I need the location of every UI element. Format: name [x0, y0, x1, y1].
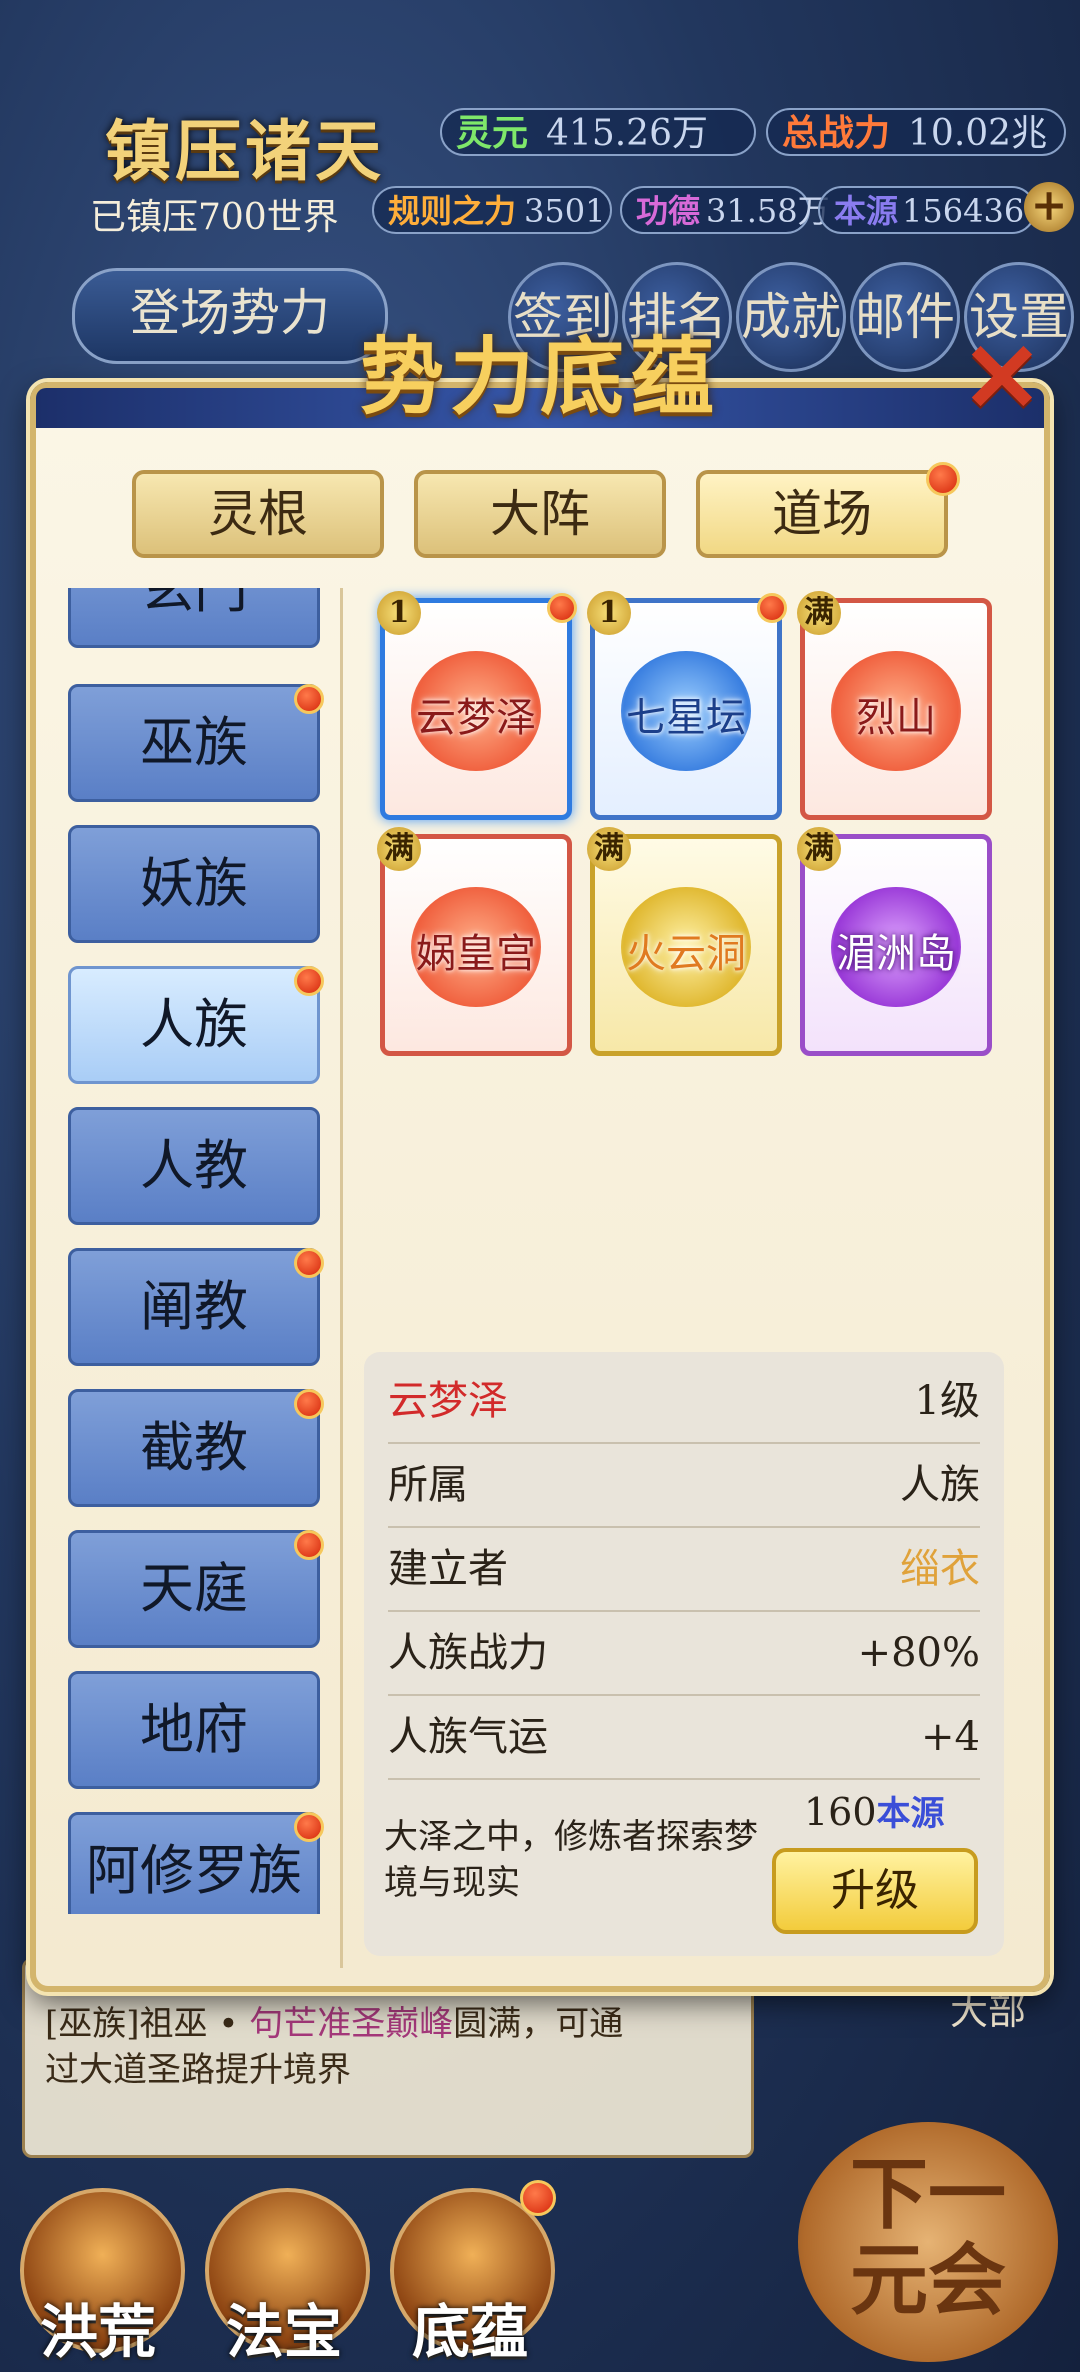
dialog-title: 势力底蕴: [359, 327, 720, 426]
sidebar-item-chanjiao[interactable]: 阐教: [68, 1248, 320, 1366]
next-era-label: 下一: [849, 2149, 1006, 2240]
log-highlight: 句芒准圣巅峰: [249, 2004, 454, 2044]
card-qixingtan[interactable]: 七星坛 1: [587, 591, 787, 820]
notification-dot: [294, 1389, 324, 1419]
info-value: +4: [921, 1714, 980, 1760]
next-era-button[interactable]: 下一 元会: [798, 2122, 1058, 2362]
sidebar-item-xuanmen[interactable]: 玄门: [68, 588, 320, 648]
upgrade-button[interactable]: 升级: [772, 1848, 978, 1934]
level-badge: 1: [377, 591, 421, 635]
card-meizhoudao[interactable]: 湄洲岛 满: [797, 827, 992, 1056]
level-badge: 满: [377, 827, 421, 871]
cost-unit: 本源: [876, 1794, 945, 1834]
sidebar-item-yaozu[interactable]: 妖族: [68, 825, 320, 943]
close-icon[interactable]: ✕: [960, 330, 1044, 426]
cost-amount: 160: [804, 1790, 877, 1834]
sidebar-item-tianting[interactable]: 天庭: [68, 1530, 320, 1648]
stat-total-power: 总战力 10.02兆: [766, 108, 1066, 156]
notification-dot: [294, 684, 324, 714]
stat-label: 总战力: [782, 112, 891, 154]
notification-dot: [294, 1248, 324, 1278]
info-row: 所属 人族: [388, 1444, 980, 1528]
info-row: 建立者 缁衣: [388, 1528, 980, 1612]
column-divider: [340, 588, 343, 1968]
card-name: 七星坛: [626, 695, 746, 741]
next-era-label: 元会: [849, 2235, 1006, 2326]
level-badge: 1: [587, 591, 631, 635]
info-value: 人族: [900, 1462, 980, 1508]
notification-dot: [520, 2180, 556, 2216]
info-key: 建立者: [388, 1546, 508, 1592]
sidebar-item-renjiao[interactable]: 人教: [68, 1107, 320, 1225]
add-resource-button[interactable]: +: [1024, 182, 1074, 232]
info-value: +80%: [857, 1630, 980, 1676]
notification-dot: [926, 462, 960, 496]
stat-value: 31.58万: [706, 192, 830, 230]
nav-label: 底蕴: [412, 2298, 529, 2366]
level-badge: 满: [587, 827, 631, 871]
daochang-name: 云梦泽: [388, 1378, 508, 1424]
card-wahuanggong[interactable]: 娲皇宫 满: [377, 827, 572, 1056]
nav-label: 法宝: [226, 2298, 343, 2366]
stat-label: 本源: [834, 192, 899, 230]
info-row: 人族战力 +80%: [388, 1612, 980, 1696]
card-name: 烈山: [856, 695, 936, 741]
stat-value: 156436: [902, 192, 1025, 230]
info-header-row: 云梦泽 1级: [388, 1360, 980, 1444]
suppressed-worlds: 已镇压700世界: [90, 197, 339, 238]
log-line: [巫族]祖巫 • 句芒准圣巅峰圆满，可通: [45, 2001, 731, 2047]
stat-value: 10.02兆: [908, 113, 1048, 154]
stat-value: 3501: [524, 192, 606, 230]
info-key: 所属: [388, 1462, 468, 1508]
stat-label: 功德: [636, 192, 701, 230]
level-badge: 满: [797, 827, 841, 871]
sidebar-item-jiejiao[interactable]: 截教: [68, 1389, 320, 1507]
info-row: 人族气运 +4: [388, 1696, 980, 1780]
card-name: 娲皇宫: [416, 931, 536, 977]
card-lieshan[interactable]: 烈山 满: [797, 591, 992, 820]
stat-lingyuan: 灵元 415.26万: [440, 108, 756, 156]
tab-dazhen[interactable]: 大阵: [414, 470, 666, 558]
notification-dot: [294, 1812, 324, 1842]
log-text: 圆满，可通: [453, 2004, 624, 2044]
card-name: 云梦泽: [416, 695, 536, 741]
notification-dot: [294, 966, 324, 996]
info-key: 人族战力: [388, 1630, 548, 1676]
faction-sidebar[interactable]: 玄门 巫族 妖族 人族 人教 阐教 截教 天庭 地府 阿修罗族: [68, 588, 324, 1914]
level-badge: 满: [797, 591, 841, 635]
daochang-description: 大泽之中，修炼者探索梦境与现实: [384, 1817, 758, 1903]
card-name: 火云洞: [626, 931, 746, 977]
log-text: [巫族]祖巫 •: [45, 2004, 250, 2044]
card-yunmengze[interactable]: 云梦泽 1: [377, 591, 577, 820]
daochang-level: 1级: [914, 1378, 980, 1424]
stat-value: 415.26万: [546, 113, 708, 154]
stat-label: 灵元: [456, 112, 529, 154]
sidebar-item-renzu[interactable]: 人族: [68, 966, 320, 1084]
info-value: 缁衣: [900, 1546, 980, 1592]
notification-dot: [547, 593, 577, 623]
stat-merit: 功德 31.58万: [620, 186, 830, 234]
log-line: 过大道圣路提升境界: [45, 2050, 351, 2090]
card-huoyundong[interactable]: 火云洞 满: [587, 827, 782, 1056]
realm-title: 镇压诸天: [105, 112, 385, 190]
nav-label: 洪荒: [40, 2298, 157, 2366]
sidebar-item-wuzu[interactable]: 巫族: [68, 684, 320, 802]
tab-linggen[interactable]: 灵根: [132, 470, 384, 558]
notification-dot: [294, 1530, 324, 1560]
tab-daochang[interactable]: 道场: [696, 470, 948, 558]
stat-rule-power: 规则之力 3501: [372, 186, 612, 234]
upgrade-cost: 160本源: [804, 1786, 945, 1835]
sidebar-item-difu[interactable]: 地府: [68, 1671, 320, 1789]
card-name: 湄洲岛: [836, 931, 956, 977]
info-key: 人族气运: [388, 1714, 548, 1760]
stat-label: 规则之力: [388, 192, 517, 230]
notification-dot: [757, 593, 787, 623]
stat-origin: 本源 156436: [818, 186, 1036, 234]
sidebar-item-asura[interactable]: 阿修罗族: [68, 1812, 320, 1914]
